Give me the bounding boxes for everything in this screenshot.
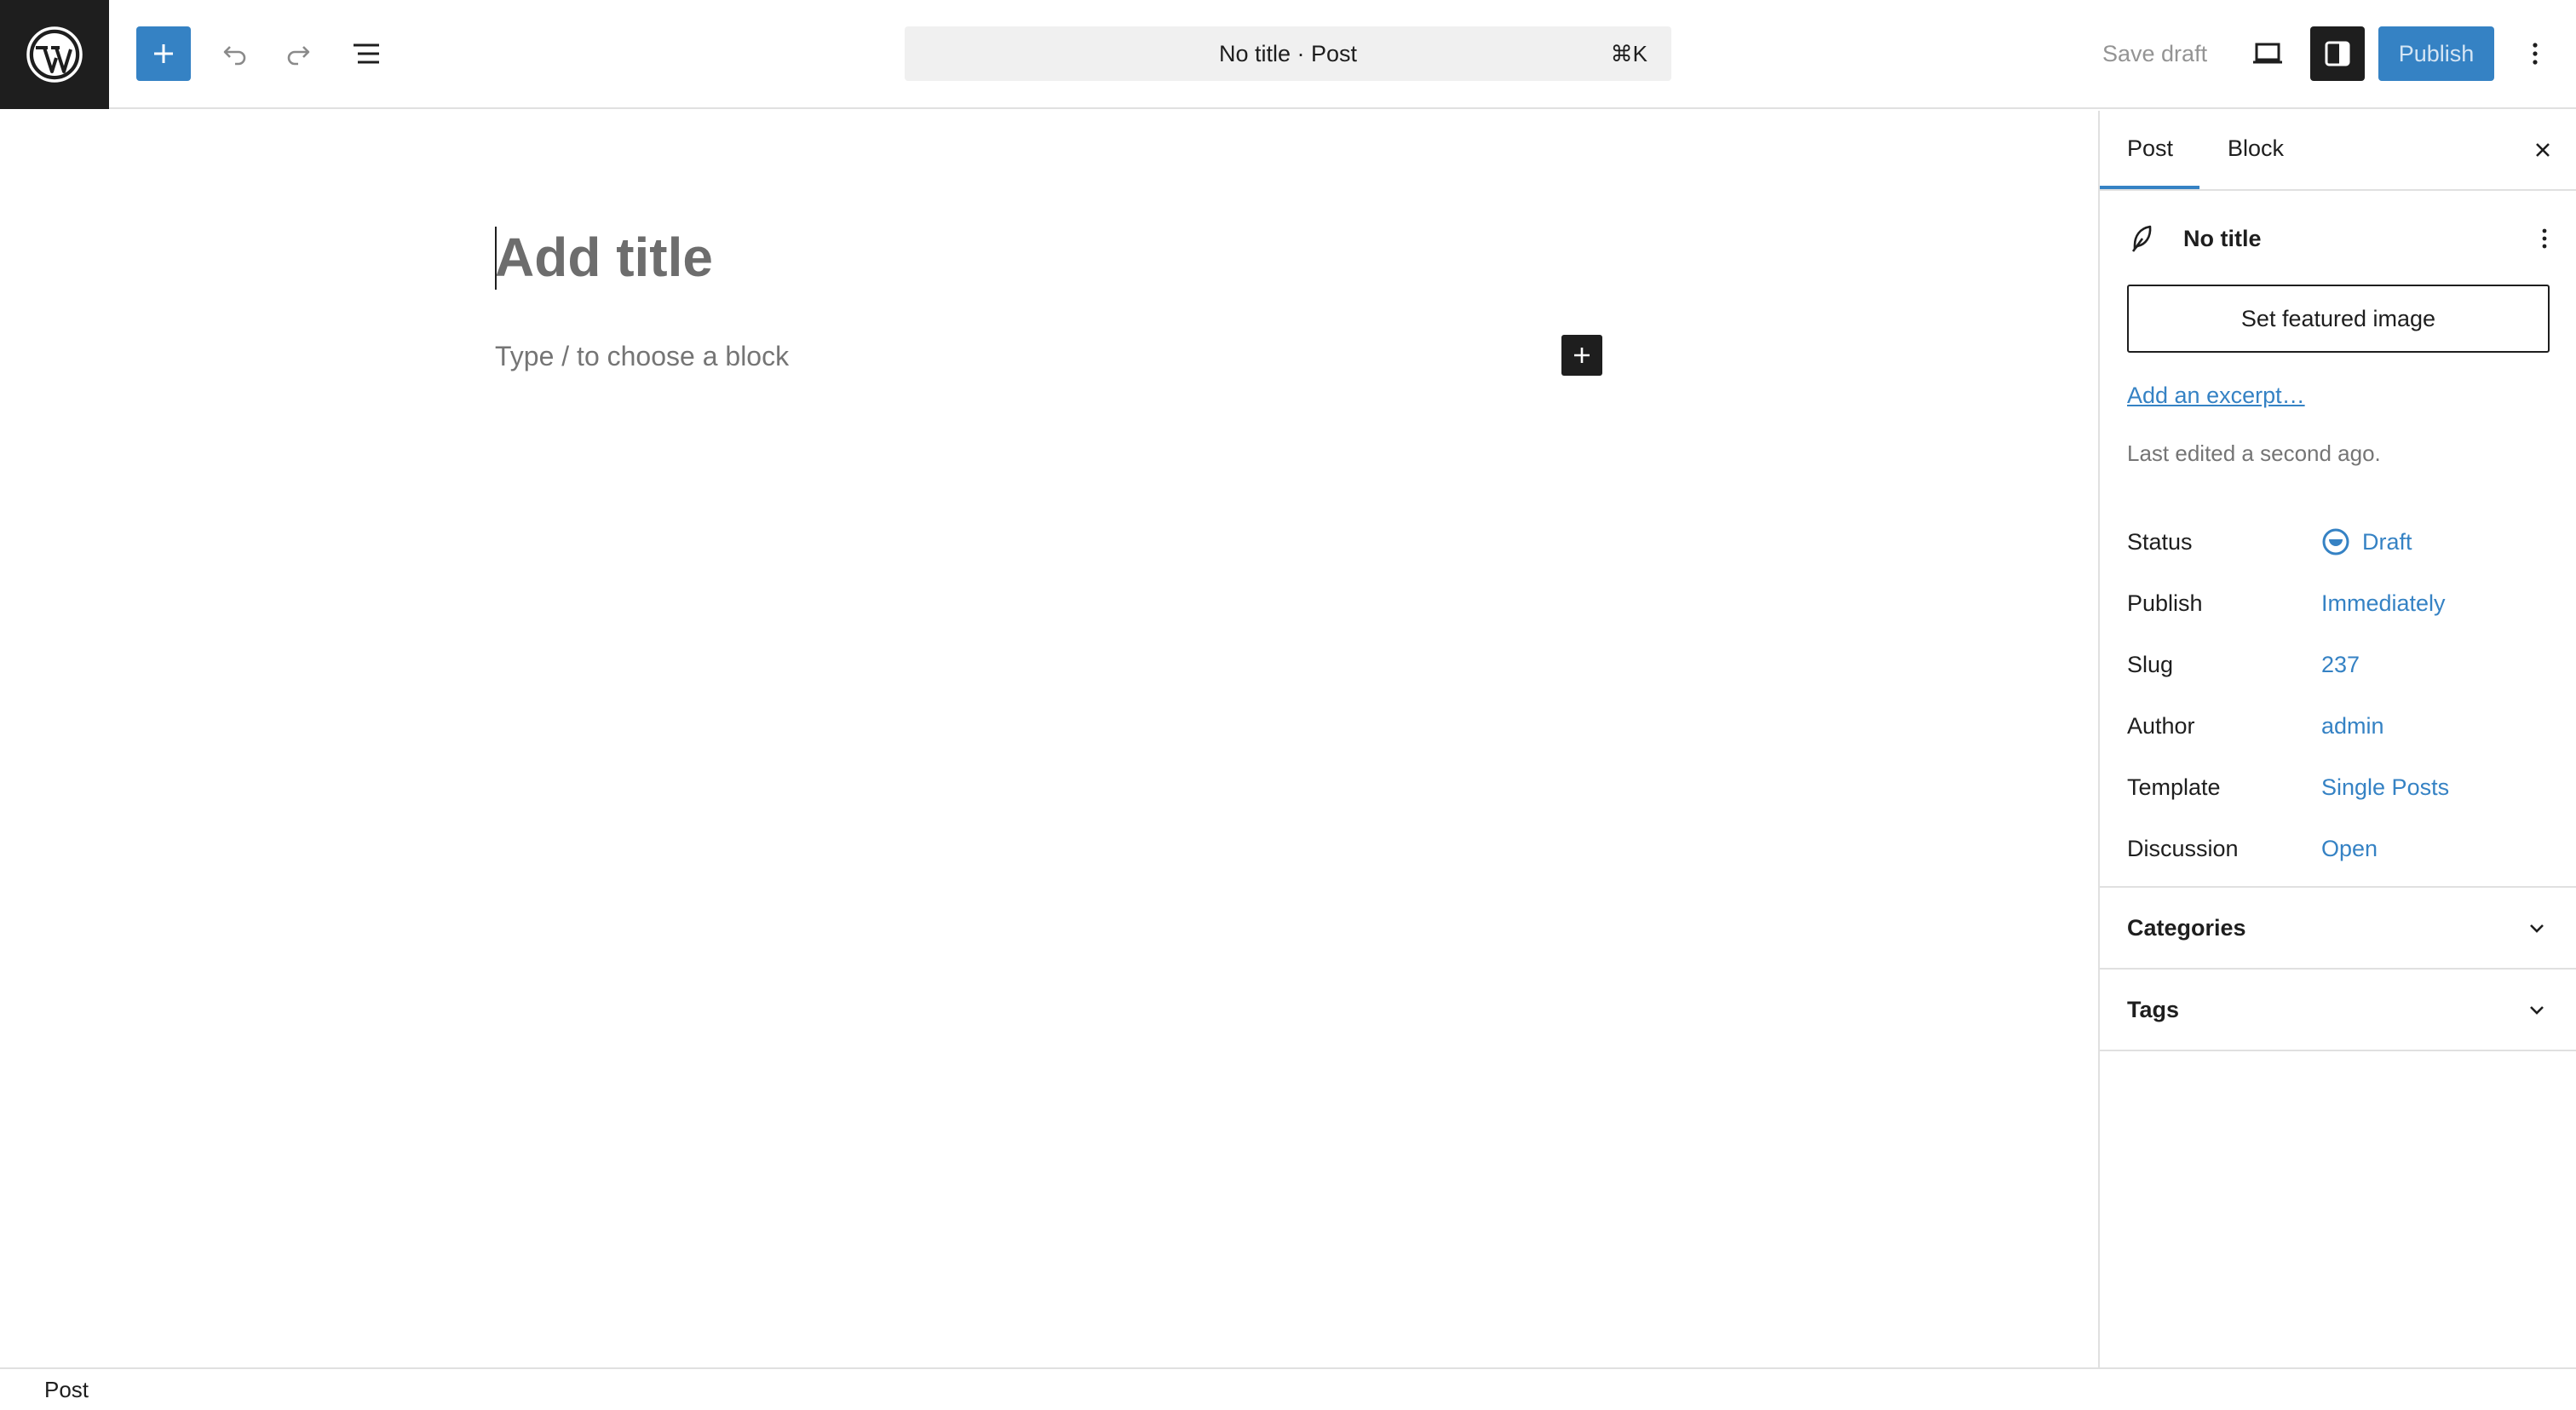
panel-title: Categories — [2127, 915, 2246, 941]
meta-row-discussion: Discussion Open — [2127, 832, 2553, 866]
document-title: No title · Post — [1218, 40, 1358, 66]
post-card-title: No title — [2183, 226, 2262, 251]
chevron-down-icon — [2521, 912, 2553, 944]
meta-label: Discussion — [2127, 836, 2239, 861]
options-button[interactable] — [2508, 26, 2562, 81]
panel-categories[interactable]: Categories — [2100, 886, 2576, 968]
meta-label: Slug — [2127, 652, 2174, 677]
text-caret — [495, 227, 497, 290]
post-summary-header: No title — [2127, 220, 2553, 257]
inline-block-inserter-button[interactable] — [1561, 335, 1602, 376]
discussion-button[interactable]: Open — [2321, 832, 2378, 866]
document-overview-button[interactable] — [339, 26, 394, 81]
redo-icon — [287, 46, 310, 66]
panel-tags[interactable]: Tags — [2100, 968, 2576, 1050]
meta-row-publish: Publish Immediately — [2127, 586, 2553, 620]
block-breadcrumb[interactable]: Post — [44, 1369, 89, 1410]
meta-label: Author — [2127, 713, 2195, 739]
settings-sidebar: Post Block No title Set featured image A… — [2098, 111, 2576, 1367]
draft-status-icon — [2322, 528, 2349, 555]
meta-row-status: Status Draft — [2127, 525, 2553, 559]
close-icon — [2536, 143, 2550, 157]
publish-button[interactable]: Publish — [2378, 26, 2494, 81]
slug-button[interactable]: 237 — [2321, 647, 2360, 682]
redo-button[interactable] — [271, 26, 325, 81]
list-view-icon — [354, 43, 379, 64]
preview-button[interactable] — [2240, 26, 2295, 81]
add-excerpt-link[interactable]: Add an excerpt… — [2127, 380, 2305, 411]
meta-row-template: Template Single Posts — [2127, 770, 2553, 804]
sidebar-toggle-icon — [2325, 41, 2350, 66]
editor-header: No title · Post ⌘K Save draft Publish — [0, 0, 2576, 109]
tab-post[interactable]: Post — [2127, 111, 2173, 191]
template-button[interactable]: Single Posts — [2321, 770, 2449, 804]
more-vertical-icon — [2533, 43, 2538, 65]
editor-footer: Post — [0, 1367, 2576, 1410]
save-draft-button[interactable]: Save draft — [2087, 26, 2222, 81]
last-edited-text: Last edited a second ago. — [2127, 440, 2381, 466]
meta-label: Status — [2127, 529, 2193, 555]
publish-date-button[interactable]: Immediately — [2321, 586, 2446, 620]
status-toggle-button[interactable]: Draft — [2321, 525, 2412, 559]
panel-divider — [2100, 1050, 2576, 1051]
post-actions-menu-button[interactable] — [2527, 222, 2562, 256]
editor-canvas — [0, 111, 2098, 1367]
author-button[interactable]: admin — [2321, 709, 2384, 743]
post-title-input[interactable]: Add title — [495, 223, 713, 291]
block-inserter-toggle[interactable] — [136, 26, 191, 81]
desktop-icon — [2253, 43, 2282, 64]
command-center[interactable]: No title · Post ⌘K — [905, 26, 1671, 81]
wordpress-logo-icon[interactable] — [0, 0, 109, 109]
chevron-down-icon — [2521, 993, 2553, 1026]
close-settings-button[interactable] — [2526, 133, 2560, 167]
undo-button[interactable] — [208, 26, 262, 81]
plus-icon — [1574, 348, 1590, 363]
meta-row-author: Author admin — [2127, 709, 2553, 743]
post-feather-icon — [2131, 225, 2152, 252]
tab-block[interactable]: Block — [2228, 111, 2284, 191]
status-value: Draft — [2362, 529, 2412, 555]
meta-row-slug: Slug 237 — [2127, 647, 2553, 682]
panel-title: Tags — [2127, 997, 2180, 1022]
more-vertical-icon — [2542, 228, 2547, 249]
meta-label: Template — [2127, 774, 2221, 800]
set-featured-image-button[interactable]: Set featured image — [2127, 285, 2550, 353]
command-shortcut: ⌘K — [1610, 41, 1647, 66]
meta-label: Publish — [2127, 590, 2203, 616]
plus-icon — [154, 44, 173, 63]
active-tab-indicator — [2100, 186, 2199, 189]
default-block-appender[interactable]: Type / to choose a block — [495, 337, 789, 375]
settings-toggle-button[interactable] — [2310, 26, 2365, 81]
undo-icon — [223, 46, 246, 66]
sidebar-tabs: Post Block — [2100, 111, 2576, 191]
